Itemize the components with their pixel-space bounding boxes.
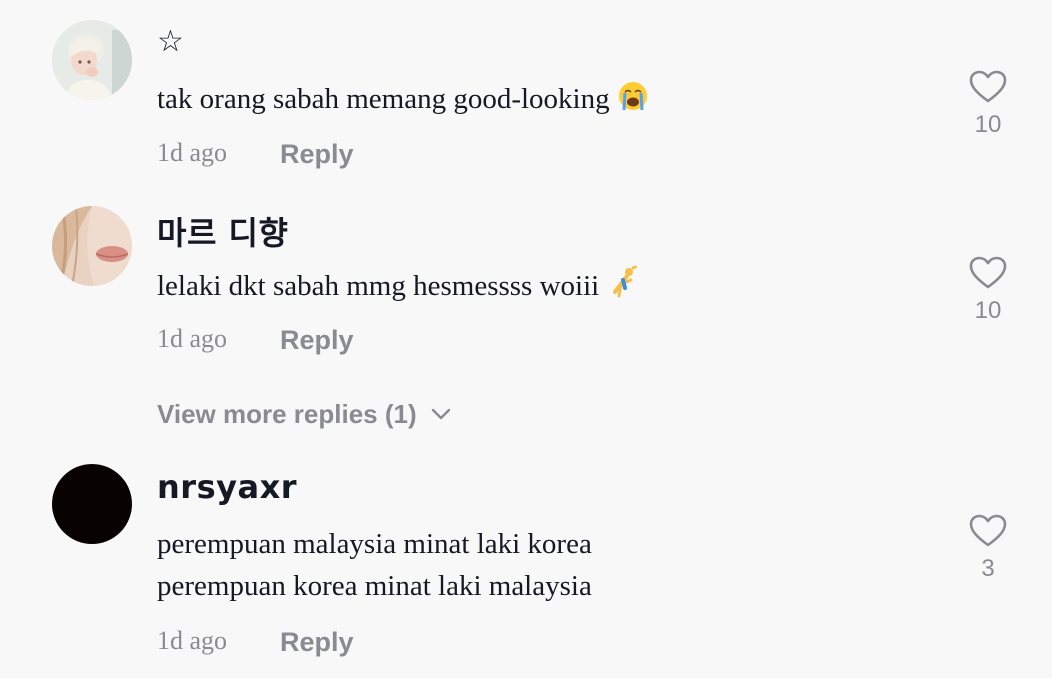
reply-button[interactable]: Reply [280,139,354,170]
comments-panel: ☆ tak orang sabah memang good-looking 1d… [0,0,1052,678]
comment-text: lelaki dkt sabah mmg hesmessss woiii [157,264,639,310]
view-more-replies-label: View more replies (1) [157,399,417,429]
heart-icon [969,70,1007,108]
heart-icon [969,514,1007,552]
username[interactable]: nrsyaxr [157,468,297,506]
username[interactable]: ☆ [157,24,184,59]
like-button[interactable]: 10 [968,256,1008,325]
avatar[interactable] [52,20,132,100]
like-count: 3 [981,555,995,582]
username[interactable]: 마르 디향 [157,208,288,254]
heart-icon [969,256,1007,294]
avatar[interactable] [52,464,132,544]
loudly-crying-face-icon [618,81,648,123]
like-count: 10 [974,297,1002,324]
comment-text-line: perempuan malaysia minat laki korea [157,528,592,560]
reply-button[interactable]: Reply [280,325,354,356]
comment-text-line: tak orang sabah memang good-looking [157,83,610,115]
comment-text-line: lelaki dkt sabah mmg hesmessss woiii [157,270,600,302]
view-more-replies-button[interactable]: View more replies (1) [157,396,451,430]
chevron-down-icon [431,396,451,427]
person-cartwheeling-icon [607,264,639,310]
like-button[interactable]: 10 [968,70,1008,139]
comment-timestamp: 1d ago [157,626,228,655]
comment-text-line: perempuan korea minat laki malaysia [157,570,592,602]
reply-button[interactable]: Reply [280,627,354,658]
comment-text: perempuan malaysia minat laki korea pere… [157,523,592,607]
like-button[interactable]: 3 [968,514,1008,583]
comment-timestamp: 1d ago [157,324,228,353]
avatar[interactable] [52,206,132,286]
like-count: 10 [974,111,1002,138]
comment-timestamp: 1d ago [157,138,228,167]
comment-text: tak orang sabah memang good-looking [157,78,648,123]
